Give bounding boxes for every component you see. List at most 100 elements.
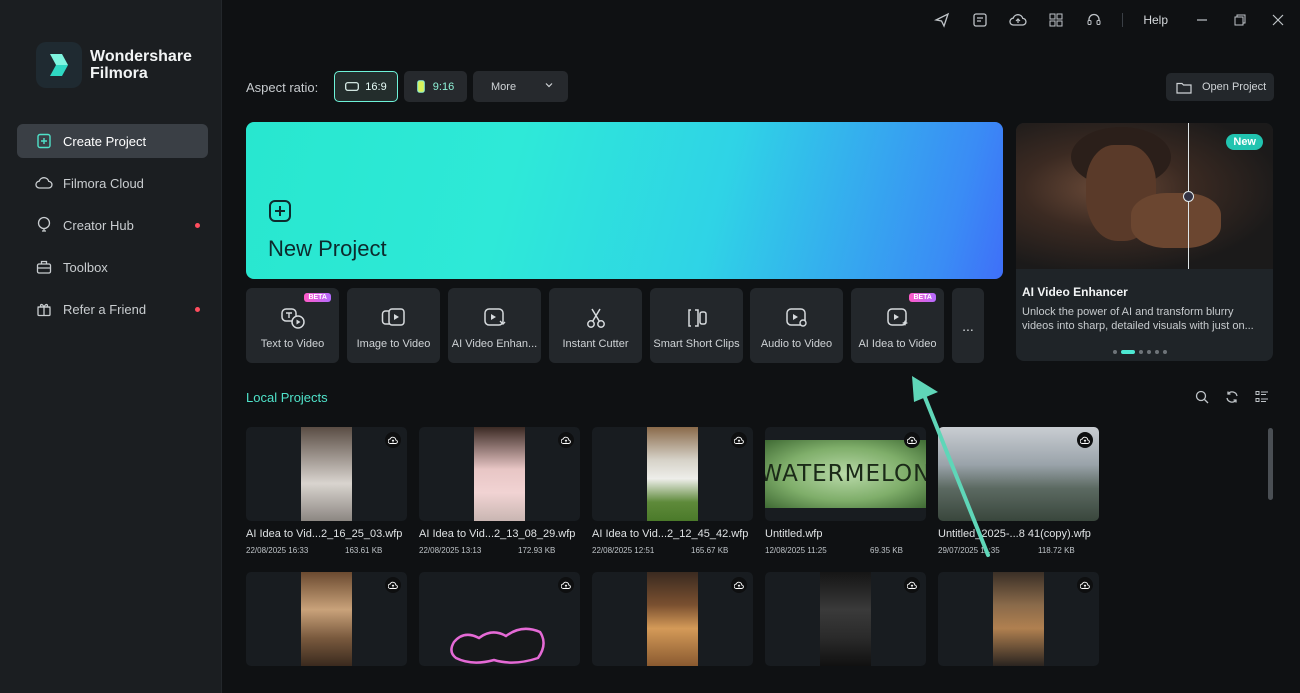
sidebar-nav: Create Project Filmora Cloud Creator Hub… (17, 124, 208, 334)
project-thumbnail[interactable] (246, 427, 407, 521)
carousel-dot[interactable] (1147, 350, 1151, 354)
tool-image-to-video[interactable]: Image to Video (347, 288, 440, 363)
beta-badge: BETA (304, 293, 331, 302)
cloud-upload-icon[interactable] (558, 432, 574, 448)
cloud-upload-icon[interactable] (1006, 8, 1030, 32)
project-thumbnail[interactable] (419, 572, 580, 666)
carousel-dot[interactable] (1163, 350, 1167, 354)
cloud-upload-icon[interactable] (904, 432, 920, 448)
sidebar-item-create-project[interactable]: Create Project (17, 124, 208, 158)
promo-image-hand (1131, 193, 1221, 248)
tool-ai-idea-to-video[interactable]: BETA AI Idea to Video (851, 288, 944, 363)
title-bar-divider (1122, 13, 1124, 27)
aspect-16-9-button[interactable]: 16:9 (334, 71, 398, 102)
grid-icon[interactable] (1044, 8, 1068, 32)
sidebar-item-filmora-cloud[interactable]: Filmora Cloud (17, 166, 208, 200)
sidebar-item-refer-a-friend[interactable]: Refer a Friend (17, 292, 208, 326)
chevron-down-icon (544, 80, 554, 93)
sidebar-item-creator-hub[interactable]: Creator Hub (17, 208, 208, 242)
bulb-icon (35, 216, 53, 234)
project-preview-image (993, 572, 1044, 666)
tool-label: AI Idea to Video (858, 338, 937, 350)
tool-text-to-video[interactable]: BETA Text to Video (246, 288, 339, 363)
carousel-dot[interactable] (1139, 350, 1143, 354)
project-thumbnail[interactable] (592, 572, 753, 666)
aspect-9-16-label: 9:16 (432, 80, 455, 93)
tool-audio-to-video[interactable]: Audio to Video (750, 288, 843, 363)
cloud-upload-icon[interactable] (904, 577, 920, 593)
more-tools-button[interactable]: ... (952, 288, 984, 363)
aspect-ratio-label: Aspect ratio: (246, 80, 319, 95)
support-headset-icon[interactable] (1082, 8, 1106, 32)
promo-description: Unlock the power of AI and transform blu… (1022, 306, 1254, 332)
local-projects-title: Local Projects (246, 390, 328, 405)
project-preview-image (301, 427, 352, 521)
new-project-card[interactable]: New Project (246, 122, 1003, 279)
project-preview-image (647, 427, 698, 521)
carousel-dot[interactable] (1155, 350, 1159, 354)
app-name: Wondershare Filmora (90, 48, 192, 82)
tool-smart-short-clips[interactable]: Smart Short Clips (650, 288, 743, 363)
cloud-upload-icon[interactable] (385, 432, 401, 448)
project-thumbnail[interactable] (419, 427, 580, 521)
project-thumbnail[interactable] (592, 427, 753, 521)
sidebar: Wondershare Filmora Create Project Filmo… (0, 0, 222, 693)
search-icon[interactable] (1194, 389, 1210, 405)
aspect-9-16-button[interactable]: 9:16 (404, 71, 467, 102)
portrait-icon (416, 80, 425, 93)
tasks-icon[interactable] (968, 8, 992, 32)
minimize-icon[interactable] (1190, 8, 1214, 32)
promo-card[interactable]: New AI Video Enhancer Unlock the power o… (1016, 123, 1273, 361)
ai-video-enhancer-icon (448, 307, 541, 329)
project-date: 12/08/2025 11:25 (765, 546, 827, 555)
promo-title: AI Video Enhancer (1022, 285, 1128, 299)
project-thumbnail[interactable] (938, 572, 1099, 666)
send-icon[interactable] (930, 8, 954, 32)
project-preview-image (820, 572, 871, 666)
help-menu[interactable]: Help (1143, 13, 1168, 27)
project-thumbnail[interactable]: WATERMELON (765, 427, 926, 521)
sidebar-item-label: Refer a Friend (63, 301, 147, 317)
app-name-line1: Wondershare (90, 48, 192, 65)
audio-to-video-icon (750, 307, 843, 329)
local-projects-toolbar (1194, 389, 1284, 405)
project-date: 22/08/2025 13:13 (419, 546, 482, 555)
aspect-more-dropdown[interactable]: More (473, 71, 568, 102)
tool-label: Smart Short Clips (653, 338, 740, 350)
tool-ai-video-enhancer[interactable]: AI Video Enhan... (448, 288, 541, 363)
tool-label: AI Video Enhan... (451, 338, 538, 350)
scissors-icon (549, 307, 642, 329)
cloud-upload-icon[interactable] (1077, 432, 1093, 448)
cloud-upload-icon[interactable] (558, 577, 574, 593)
list-view-icon[interactable] (1254, 389, 1270, 405)
project-thumbnail[interactable] (938, 427, 1099, 521)
carousel-dot[interactable] (1113, 350, 1117, 354)
notification-dot (195, 307, 200, 312)
project-thumbnail[interactable] (765, 572, 926, 666)
open-project-button[interactable]: Open Project (1166, 73, 1274, 101)
carousel-dot-active[interactable] (1121, 350, 1135, 354)
cloud-upload-icon[interactable] (1077, 577, 1093, 593)
cloud-upload-icon[interactable] (731, 577, 747, 593)
close-icon[interactable] (1266, 8, 1290, 32)
cloud-upload-icon[interactable] (385, 577, 401, 593)
scrollbar[interactable] (1268, 428, 1273, 500)
sidebar-item-toolbox[interactable]: Toolbox (17, 250, 208, 284)
tool-instant-cutter[interactable]: Instant Cutter (549, 288, 642, 363)
project-size: 163.61 KB (345, 546, 383, 555)
project-thumbnail[interactable] (246, 572, 407, 666)
project-preview-image (938, 427, 1099, 521)
refresh-icon[interactable] (1224, 389, 1240, 405)
restore-icon[interactable] (1228, 8, 1252, 32)
aspect-16-9-label: 16:9 (365, 80, 387, 93)
sidebar-item-label: Filmora Cloud (63, 175, 144, 191)
tool-label: Instant Cutter (562, 338, 629, 350)
create-project-icon (35, 132, 53, 150)
title-bar: Help (916, 8, 1290, 32)
promo-image: New (1016, 123, 1273, 269)
project-name: AI Idea to Vid...2_16_25_03.wfp (246, 528, 403, 540)
cloud-upload-icon[interactable] (731, 432, 747, 448)
project-preview-image (474, 427, 525, 521)
project-date: 22/08/2025 16:33 (246, 546, 309, 555)
project-name: Untitled_2025-...8 41(copy).wfp (938, 528, 1091, 540)
